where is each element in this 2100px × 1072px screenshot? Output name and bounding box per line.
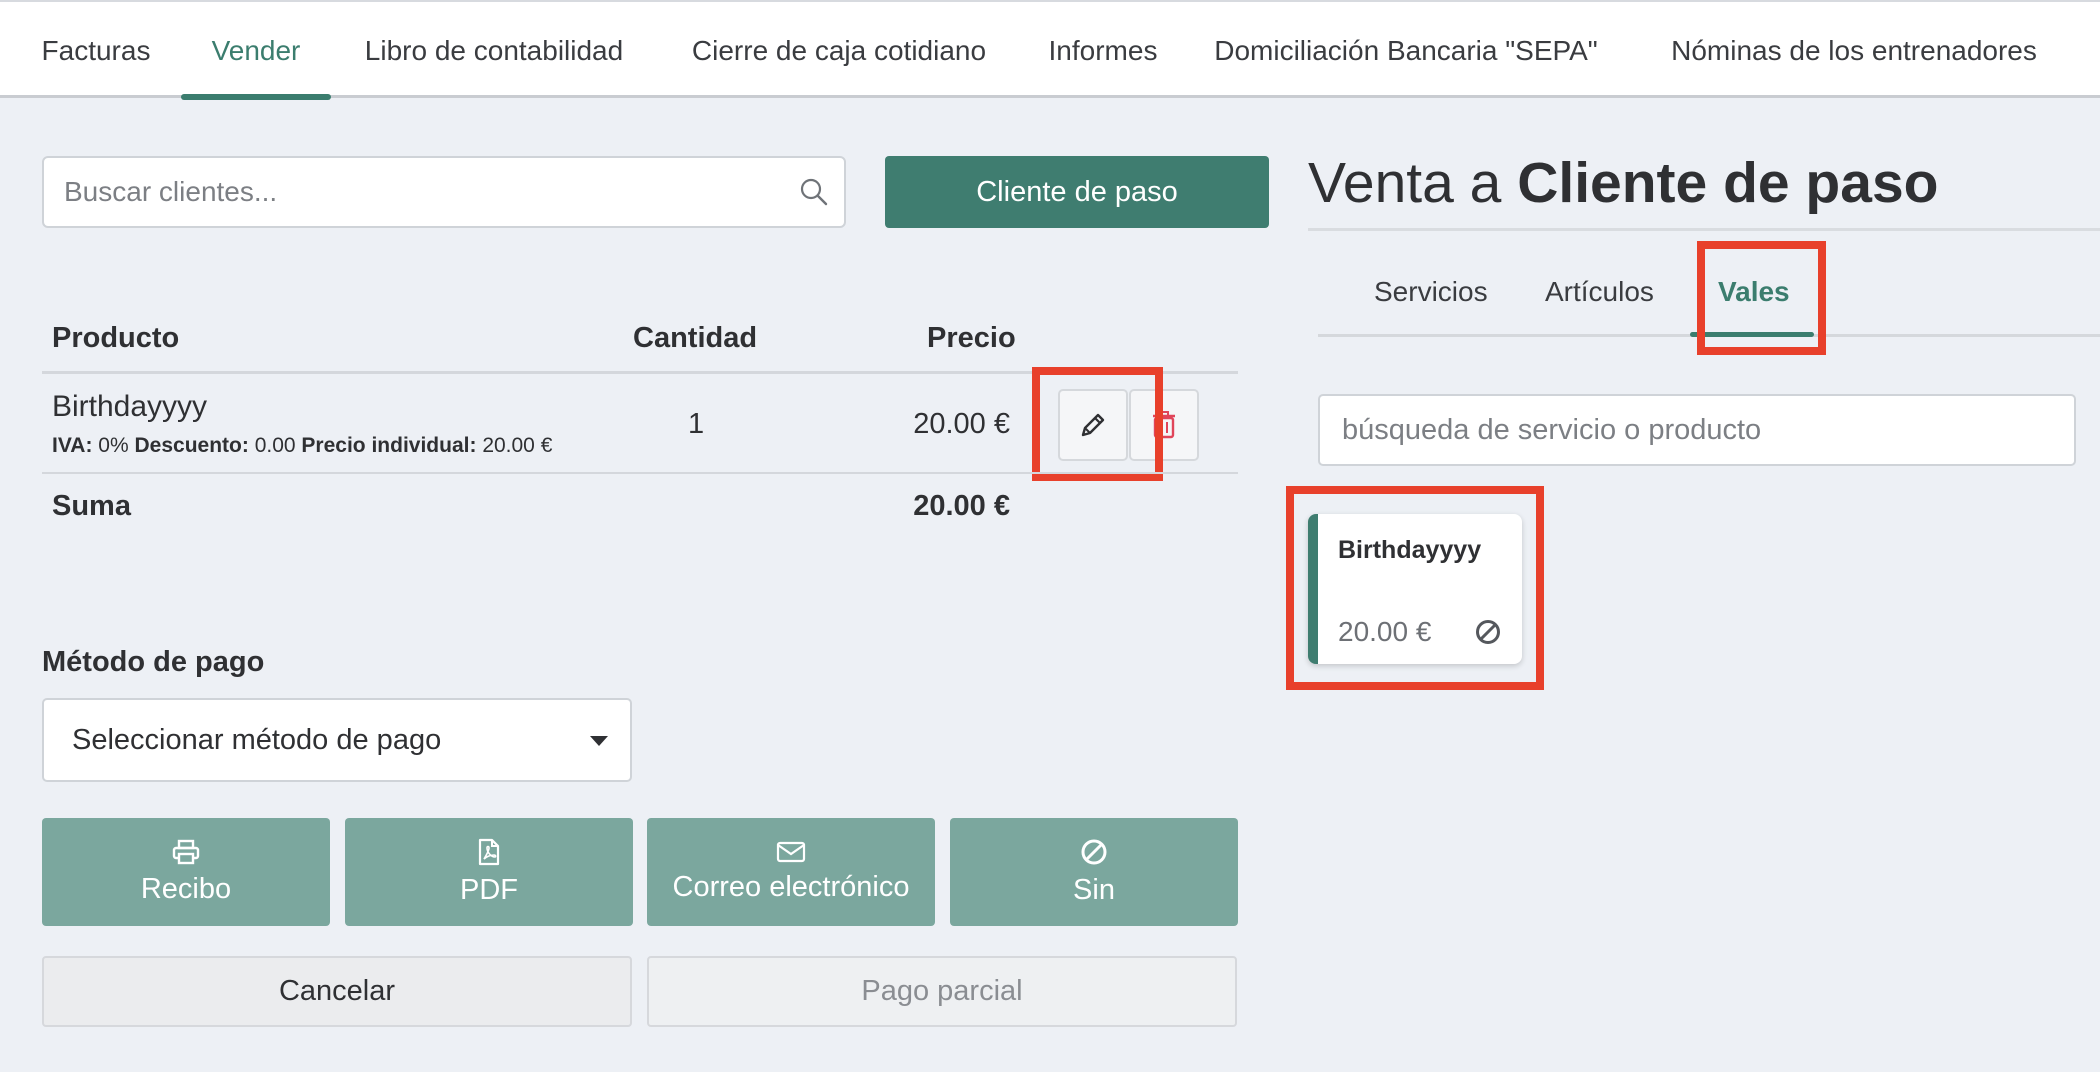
discount-label: Descuento: <box>134 434 249 457</box>
tab-domiciliacion-sepa[interactable]: Domiciliación Bancaria "SEPA" <box>1206 4 1606 97</box>
email-button-label: Correo electrónico <box>672 870 910 903</box>
no-receipt-button[interactable]: Sin <box>950 818 1238 926</box>
sale-title-prefix: Venta a <box>1308 151 1502 215</box>
cart-item-quantity: 1 <box>688 408 705 440</box>
no-receipt-button-label: Sin <box>1073 873 1115 906</box>
email-button[interactable]: Correo electrónico <box>647 818 935 926</box>
vat-label: IVA: <box>52 434 93 457</box>
header-precio: Precio <box>927 322 1016 354</box>
header-cantidad: Cantidad <box>633 322 758 354</box>
table-row-divider <box>42 472 1238 474</box>
sum-label: Suma <box>52 490 131 522</box>
unit-price-value: 20.00 € <box>482 434 553 457</box>
envelope-icon <box>776 841 806 862</box>
client-search-input[interactable] <box>64 158 794 226</box>
top-navigation: Facturas Vender Libro de contabilidad Ci… <box>0 0 2100 100</box>
printer-icon <box>172 839 200 864</box>
pdf-file-icon <box>478 838 500 865</box>
payment-method-value: Seleccionar método de pago <box>72 723 442 756</box>
ban-icon <box>1081 839 1107 864</box>
tab-informes[interactable]: Informes <box>1036 4 1170 97</box>
caret-down-icon <box>590 736 608 746</box>
highlight-edit-button <box>1032 367 1163 481</box>
pdf-button-label: PDF <box>460 873 518 906</box>
client-search-box <box>42 156 846 228</box>
cart-item-name: Birthdayyyy <box>52 390 208 423</box>
receipt-button[interactable]: Recibo <box>42 818 330 926</box>
cancel-button[interactable]: Cancelar <box>42 956 632 1027</box>
cart-item-price: 20.00 € <box>913 408 1010 440</box>
highlight-vales-tab <box>1697 241 1826 355</box>
tab-cierre-de-caja[interactable]: Cierre de caja cotidiano <box>676 4 1002 97</box>
tab-nominas-entrenadores[interactable]: Nóminas de los entrenadores <box>1646 4 2062 97</box>
receipt-button-label: Recibo <box>140 872 232 905</box>
tab-facturas[interactable]: Facturas <box>26 4 166 97</box>
payment-method-select[interactable]: Seleccionar método de pago <box>42 698 632 782</box>
search-icon[interactable] <box>798 176 830 208</box>
partial-payment-button[interactable]: Pago parcial <box>647 956 1237 1027</box>
title-divider <box>1308 228 2100 231</box>
sum-value: 20.00 € <box>913 490 1010 522</box>
payment-method-label: Método de pago <box>42 646 265 678</box>
discount-value: 0.00 <box>254 434 296 457</box>
tab-articulos[interactable]: Artículos <box>1545 276 1654 308</box>
walk-in-client-button[interactable]: Cliente de paso <box>885 156 1269 228</box>
tab-libro-de-contabilidad[interactable]: Libro de contabilidad <box>344 4 644 97</box>
unit-price-label: Precio individual: <box>301 434 477 457</box>
highlight-product-card <box>1286 486 1544 690</box>
header-producto: Producto <box>52 322 180 354</box>
vat-value: 0% <box>98 434 129 457</box>
sale-title-client: Cliente de paso <box>1517 151 1939 215</box>
product-search-input[interactable] <box>1342 396 2042 464</box>
sale-title: Venta a Cliente de paso <box>1308 150 1938 216</box>
tab-servicios[interactable]: Servicios <box>1374 276 1488 308</box>
product-search-box <box>1318 394 2076 466</box>
pdf-button[interactable]: PDF <box>345 818 633 926</box>
cart-item-details: IVA: 0% Descuento: 0.00 Precio individua… <box>52 434 552 458</box>
tab-vender[interactable]: Vender <box>181 4 331 100</box>
